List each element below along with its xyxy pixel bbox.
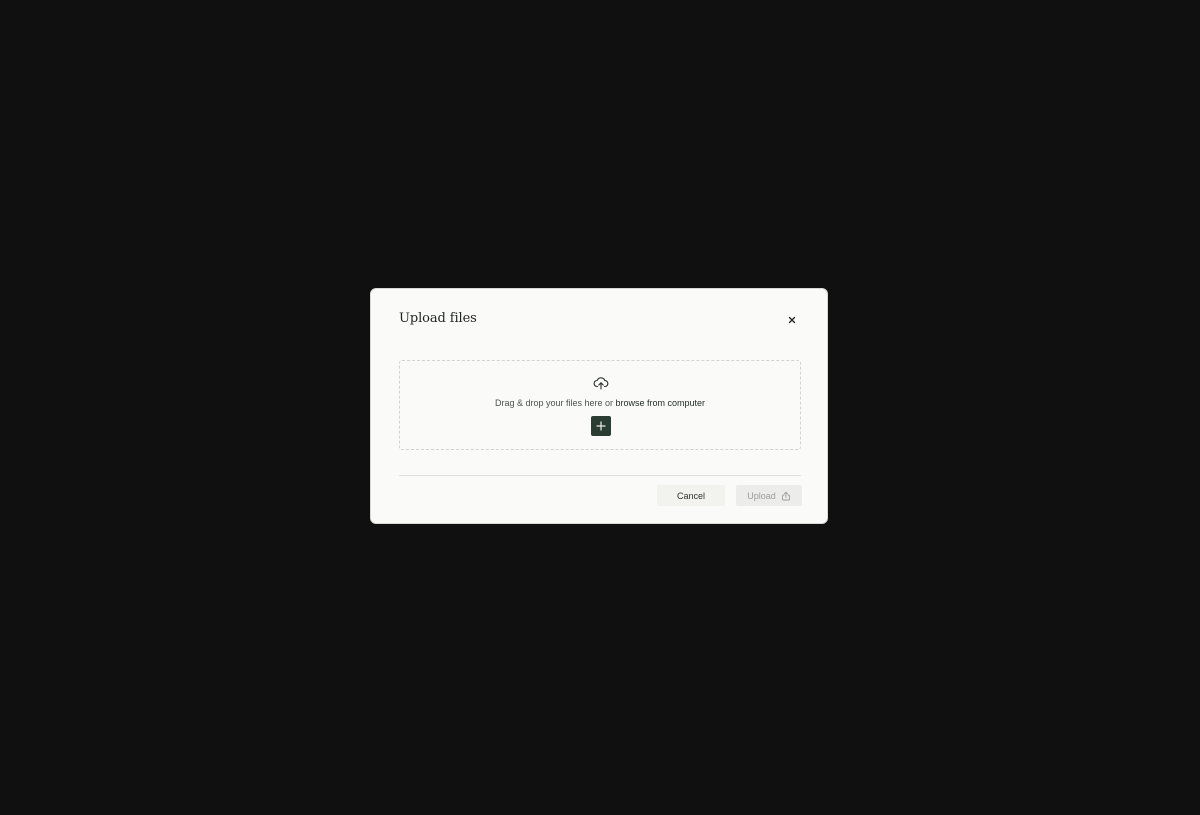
close-icon xyxy=(788,316,796,324)
cancel-button[interactable]: Cancel xyxy=(657,485,725,506)
close-button[interactable] xyxy=(783,311,801,329)
footer-divider xyxy=(399,475,801,476)
upload-dialog: Upload files Drag & drop your files here… xyxy=(370,288,828,524)
cloud-upload-icon xyxy=(593,377,609,390)
dropzone-text: Drag & drop your files here or xyxy=(494,398,616,408)
upload-button[interactable]: Upload xyxy=(736,485,802,506)
dialog-title: Upload files xyxy=(399,311,477,326)
file-dropzone[interactable]: Drag & drop your files here or browse fr… xyxy=(399,360,801,450)
add-file-button[interactable] xyxy=(591,416,611,436)
upload-icon xyxy=(781,491,790,500)
dropzone-instructions: Drag & drop your files here or browse fr… xyxy=(400,398,800,408)
upload-button-label: Upload xyxy=(747,490,776,501)
plus-icon xyxy=(596,421,606,431)
browse-from-computer-link[interactable]: browse from computer xyxy=(616,398,706,408)
